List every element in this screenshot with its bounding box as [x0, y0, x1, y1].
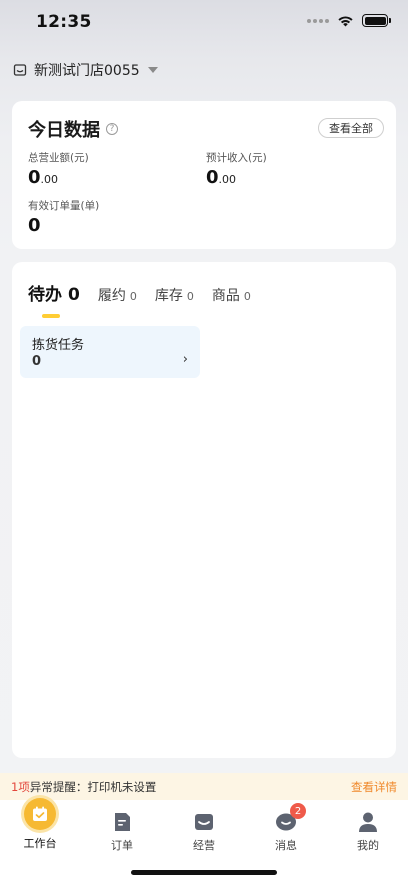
nav-label: 工作台 — [23, 837, 57, 850]
view-details-link[interactable]: 查看详情 — [351, 779, 397, 795]
active-tab-indicator — [42, 314, 60, 318]
wifi-icon — [338, 15, 353, 26]
cellular-signal-icon — [307, 18, 329, 23]
task-count: 0 — [32, 354, 42, 369]
metric-valid-orders: 有效订单量(单) 0 — [28, 198, 99, 236]
nav-item-messages[interactable]: 2 消息 — [246, 800, 326, 852]
home-indicator — [131, 870, 277, 875]
battery-icon — [362, 14, 391, 27]
tab-products[interactable]: 商品 0 — [212, 285, 251, 305]
picking-task-tile[interactable]: 拣货任务 0 › — [20, 326, 200, 378]
question-circle-icon[interactable]: ? — [106, 123, 118, 135]
metric-label: 预计收入(元) — [206, 152, 267, 164]
person-icon — [356, 810, 380, 834]
inbox-icon — [192, 810, 216, 834]
status-bar: 12:35 — [0, 0, 408, 44]
metric-expected-income: 预计收入(元) 0.00 — [206, 150, 267, 188]
view-all-button[interactable]: 查看全部 — [318, 118, 384, 138]
tab-inventory[interactable]: 库存 0 — [155, 285, 194, 305]
task-name: 拣货任务 — [32, 338, 85, 353]
store-selector[interactable]: 新测试门店0055 — [13, 60, 158, 80]
document-icon — [110, 810, 134, 834]
alert-count: 1项 — [11, 779, 30, 794]
calendar-check-icon — [24, 798, 56, 830]
alert-text: 异常提醒：打印机未设置 — [29, 779, 157, 794]
status-time: 12:35 — [36, 12, 92, 32]
caret-down-icon — [147, 67, 158, 73]
nav-item-business[interactable]: 经营 — [164, 800, 244, 852]
nav-item-workbench[interactable]: 工作台 — [0, 798, 80, 850]
tab-fulfillment[interactable]: 履约 0 — [98, 285, 137, 305]
metric-value: 0 — [28, 215, 41, 236]
nav-label: 消息 — [275, 839, 297, 852]
nav-item-orders[interactable]: 订单 — [82, 800, 162, 852]
today-title-text: 今日数据 — [28, 120, 100, 141]
metric-label: 总营业额(元) — [28, 152, 89, 164]
nav-label: 经营 — [193, 839, 215, 852]
today-title: 今日数据 ? — [28, 116, 118, 142]
nav-label: 订单 — [111, 839, 133, 852]
store-name: 新测试门店0055 — [34, 63, 140, 79]
todo-tabs: 待办 0 履约 0 库存 0 商品 0 — [28, 280, 251, 305]
message-badge: 2 — [290, 803, 306, 819]
alert-bar: 1项 异常提醒：打印机未设置 查看详情 — [0, 773, 408, 800]
tab-todo[interactable]: 待办 0 — [28, 280, 80, 305]
today-data-card: 今日数据 ? 查看全部 总营业额(元) 0.00 预计收入(元) 0.00 有效… — [12, 101, 396, 249]
nav-item-profile[interactable]: 我的 — [328, 800, 408, 852]
chevron-right-icon: › — [182, 352, 188, 367]
todo-card: 待办 0 履约 0 库存 0 商品 0 拣货任务 0 › — [12, 262, 396, 758]
metric-value: 0.00 — [28, 167, 59, 188]
chat-bubble-icon: 2 — [274, 803, 306, 834]
metric-label: 有效订单量(单) — [28, 200, 100, 212]
status-icons — [307, 14, 391, 27]
store-icon — [13, 64, 27, 76]
metric-value: 0.00 — [206, 167, 237, 188]
nav-label: 我的 — [357, 839, 379, 852]
metric-total-revenue: 总营业额(元) 0.00 — [28, 150, 89, 188]
